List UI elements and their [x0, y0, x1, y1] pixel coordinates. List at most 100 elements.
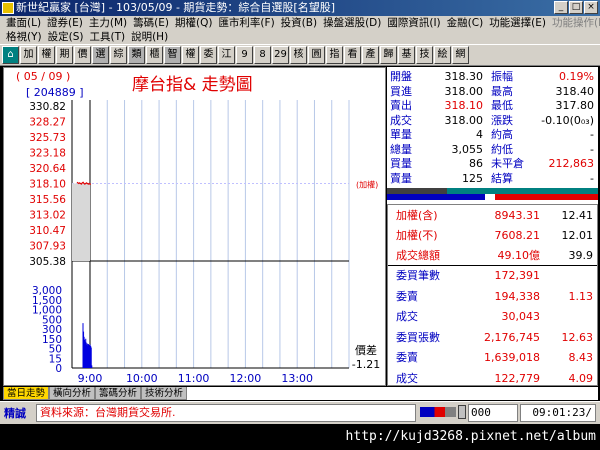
- summary-label: 成交總額: [396, 249, 440, 262]
- price-tick-label: 323.18: [29, 148, 66, 160]
- quote-value: 3,055: [451, 142, 484, 156]
- quote-value: -: [590, 171, 594, 185]
- summary-divider: [388, 265, 597, 266]
- toolbar-button-16[interactable]: 圓: [308, 46, 325, 64]
- menu-item-row1-4[interactable]: 期權(Q): [172, 16, 215, 30]
- chart-panel[interactable]: ( 05 / 09 ) [ 204889 ] 摩台指& 走勢圖 330.82 328.2…: [3, 67, 386, 386]
- summary-label: 委賣: [396, 351, 418, 364]
- quote-value: 318.00: [444, 84, 484, 98]
- home-icon[interactable]: ⌂: [2, 46, 19, 64]
- status-scroll-button[interactable]: [458, 405, 466, 419]
- ask-strip: [495, 194, 598, 200]
- toolbar-button-9[interactable]: 權: [182, 46, 199, 64]
- quote-value: 318.30: [444, 70, 484, 83]
- menu-item-row1-6[interactable]: 投資(B): [278, 16, 320, 30]
- toolbar-button-1[interactable]: 權: [38, 46, 55, 64]
- menu-item-row1-2[interactable]: 主力(M): [86, 16, 130, 30]
- summary-value: 30,043: [501, 310, 541, 323]
- toolbar-button-18[interactable]: 看: [344, 46, 361, 64]
- toolbar-button-17[interactable]: 指: [326, 46, 343, 64]
- toolbar-button-8[interactable]: 智: [164, 46, 181, 64]
- toolbar-button-15[interactable]: 核: [290, 46, 307, 64]
- price-tick-label: 305.38: [29, 256, 66, 268]
- summary-label: 加權(不): [396, 229, 438, 242]
- toolbar-button-22[interactable]: 技: [416, 46, 433, 64]
- app-icon: [2, 2, 14, 14]
- toolbar-button-13[interactable]: 8: [254, 46, 271, 64]
- summary-extra: 8.43: [568, 351, 594, 364]
- maximize-icon[interactable]: □: [569, 1, 583, 14]
- minimize-icon[interactable]: _: [554, 1, 568, 14]
- menu-item-row2-1[interactable]: 設定(S): [45, 30, 87, 44]
- menu-item-row2-3[interactable]: 說明(H): [128, 30, 171, 44]
- menu-item-row1-3[interactable]: 籌碼(E): [130, 16, 172, 30]
- toolbar-button-20[interactable]: 歸: [380, 46, 397, 64]
- toolbar-button-3[interactable]: 價: [74, 46, 91, 64]
- bid-strip: [387, 194, 485, 200]
- price-tick-label: 320.64: [29, 163, 66, 175]
- price-tick-label: 307.93: [29, 241, 66, 253]
- menu-item-row1-11[interactable]: 功能操作(E): [549, 16, 600, 30]
- tab-0[interactable]: 當日走勢: [3, 387, 50, 400]
- quote-value: 4: [476, 128, 483, 141]
- toolbar-button-2[interactable]: 期: [56, 46, 73, 64]
- close-icon[interactable]: ×: [584, 1, 598, 14]
- status-label: 精誠: [4, 407, 26, 420]
- bid-ask-meter: [387, 188, 598, 200]
- tab-2[interactable]: 籌碼分析: [95, 387, 142, 400]
- toolbar-button-19[interactable]: 產: [362, 46, 379, 64]
- toolbar-button-10[interactable]: 委: [200, 46, 217, 64]
- watermark-url: http://kujd3268.pixnet.net/album: [0, 424, 600, 450]
- quote-label: 單量: [390, 128, 412, 141]
- quote-label: 成交: [390, 113, 412, 127]
- quote-value: 212,863: [548, 157, 595, 170]
- price-line: [76, 181, 91, 185]
- menu-item-row2-0[interactable]: 格視(Y): [3, 30, 45, 44]
- summary-extra: 12.63: [561, 330, 594, 344]
- toolbar-button-21[interactable]: 基: [398, 46, 415, 64]
- menu-item-row1-8[interactable]: 國際資訊(I): [384, 16, 443, 30]
- menu-item-row1-5[interactable]: 匯市利率(F): [215, 16, 277, 30]
- tab-3[interactable]: 技術分析: [141, 387, 188, 400]
- price-tick-label: 315.56: [29, 194, 66, 206]
- summary-extra: [543, 269, 593, 282]
- analysis-tabs: 當日走勢 橫向分析 籌碼分析 技術分析: [3, 387, 598, 400]
- reference-tag: (加權): [356, 180, 378, 190]
- menu-item-row1-7[interactable]: 操盤選股(D): [320, 16, 384, 30]
- menu-bar: 畫面(L) 證券(E) 主力(M) 籌碼(E) 期權(Q) 匯市利率(F) 投資(B) 操盤選…: [0, 16, 600, 44]
- toolbar-button-23[interactable]: 絵: [434, 46, 451, 64]
- quote-value: -0.10(0₀₃): [541, 113, 594, 127]
- toolbar-button-0[interactable]: 加: [20, 46, 37, 64]
- summary-label: 委買筆數: [396, 269, 440, 282]
- menu-item-row1-0[interactable]: 畫面(L): [3, 16, 44, 30]
- toolbar-button-11[interactable]: 江: [218, 46, 235, 64]
- quote-value: -: [590, 128, 594, 141]
- menu-item-row1-1[interactable]: 證券(E): [44, 16, 86, 30]
- price-tick-label: 325.73: [29, 132, 66, 144]
- summary-extra: 4.09: [568, 371, 594, 385]
- quote-value: 125: [462, 171, 483, 185]
- toolbar-button-24[interactable]: 網: [452, 46, 469, 64]
- window-controls: _ □ ×: [554, 1, 598, 14]
- summary-value: 194,338: [494, 289, 541, 303]
- price-chart[interactable]: ( 05 / 09 ) [ 204889 ] 摩台指& 走勢圖 330.82 328.2…: [4, 68, 387, 387]
- title-bar: 新世紀贏家 [台灣] - 103/05/09 - 期貨走勢：綜合自選股[名望股]…: [0, 0, 600, 16]
- tab-1[interactable]: 橫向分析: [49, 387, 96, 400]
- summary-label: 委賣: [396, 289, 418, 303]
- menu-item-row1-10[interactable]: 功能選擇(E): [486, 16, 549, 30]
- x-tick-label: 10:00: [126, 372, 158, 385]
- menu-item-row1-9[interactable]: 金融(C): [444, 16, 487, 30]
- toolbar-button-12[interactable]: 9: [236, 46, 253, 64]
- menu-item-row2-2[interactable]: 工具(T): [86, 30, 128, 44]
- toolbar-button-14[interactable]: 29: [272, 46, 289, 64]
- quote-label: 買量: [390, 157, 412, 170]
- spread-label: 價差: [355, 343, 377, 357]
- market-summary-panel: 加權(含) 8943.31 12.41 加權(不) 7608.21 12.01 成交總額 49…: [387, 204, 598, 386]
- toolbar-button-6[interactable]: 類: [128, 46, 145, 64]
- quote-value: -: [590, 142, 594, 156]
- summary-extra: 12.01: [561, 229, 594, 242]
- toolbar-button-4[interactable]: 選: [92, 46, 109, 64]
- toolbar-button-7[interactable]: 櫃: [146, 46, 163, 64]
- summary-label: 委買張數: [396, 330, 440, 344]
- toolbar-button-5[interactable]: 綜: [110, 46, 127, 64]
